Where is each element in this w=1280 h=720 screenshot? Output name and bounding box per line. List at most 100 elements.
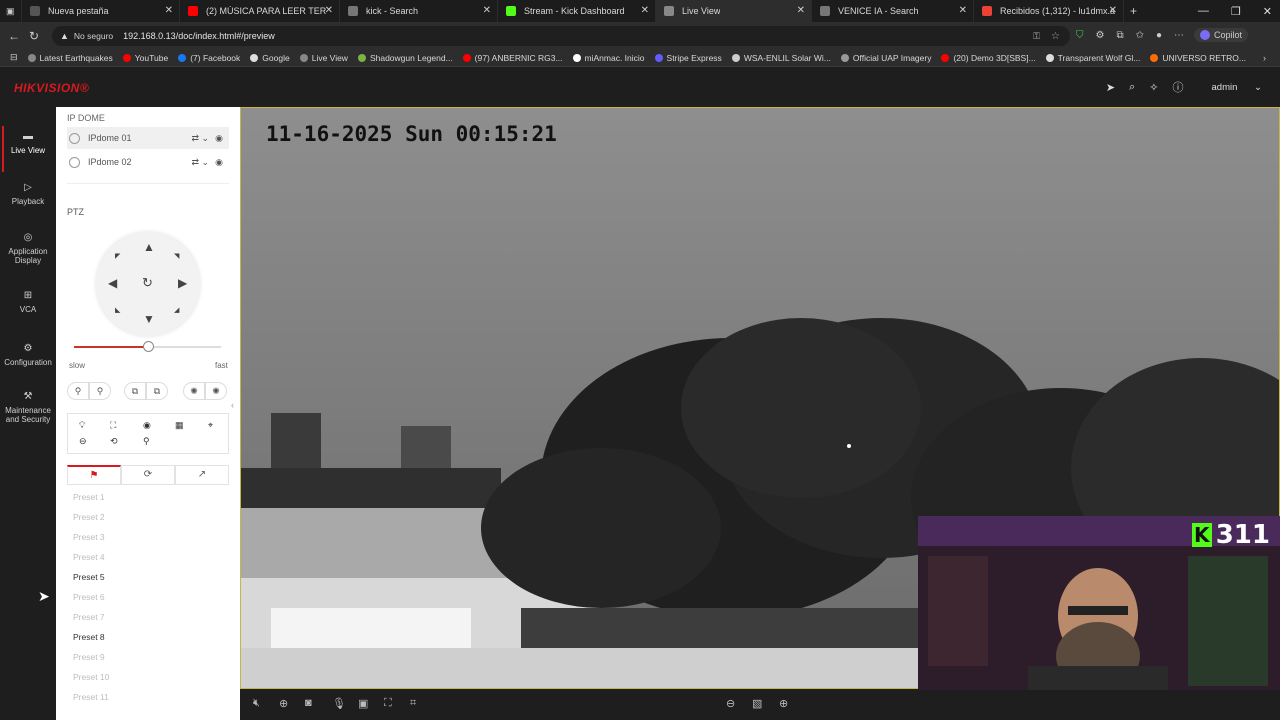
browser-tab[interactable]: Stream - Kick Dashboard ✕ bbox=[498, 0, 656, 22]
bookmark-item[interactable]: Transparent Wolf Gl... bbox=[1045, 53, 1140, 63]
browser-tab[interactable]: VENICE IA - Search ✕ bbox=[812, 0, 974, 22]
stream-icon[interactable]: ⇄ bbox=[191, 133, 199, 144]
preset-item[interactable]: Preset 11 bbox=[73, 687, 229, 707]
one-touch-icon[interactable]: ◉ bbox=[143, 420, 151, 431]
chevron-right-icon[interactable]: › bbox=[1263, 53, 1266, 63]
bookmark-item[interactable]: Latest Earthquakes bbox=[27, 53, 113, 63]
nav-live-view[interactable]: ▬ Live View bbox=[0, 126, 56, 172]
zoom-in-icon[interactable]: ⚲ bbox=[89, 382, 111, 400]
minimize-icon[interactable]: — bbox=[1198, 5, 1209, 17]
focus-frame-icon[interactable]: ⛶ bbox=[110, 420, 116, 431]
stream-icon[interactable]: ⇄ bbox=[191, 157, 199, 168]
auto-rotate-icon[interactable]: ↻ bbox=[142, 275, 153, 291]
zoom-out-icon[interactable]: ⚲ bbox=[67, 382, 89, 400]
star-icon[interactable]: ☆ bbox=[1051, 31, 1060, 42]
browser-tab[interactable]: Live View ✕ bbox=[656, 0, 812, 22]
focus-near-icon[interactable]: ⧉ bbox=[124, 382, 146, 400]
preset-item[interactable]: Preset 7 bbox=[73, 607, 229, 627]
ptz-down-button[interactable]: ▼ bbox=[143, 312, 155, 326]
close-tab-icon[interactable]: ✕ bbox=[959, 5, 967, 16]
bookmark-item[interactable]: UNIVERSO RETRO... bbox=[1150, 53, 1246, 63]
restore-icon[interactable]: ❐ bbox=[1231, 5, 1241, 18]
shield-icon[interactable]: ⛉ bbox=[1076, 30, 1084, 41]
preset-item[interactable]: Preset 4 bbox=[73, 547, 229, 567]
back-icon[interactable]: ← bbox=[4, 29, 24, 43]
preset-item[interactable]: Preset 8 bbox=[73, 627, 229, 647]
nav-configuration[interactable]: ⚙ Configuration bbox=[0, 344, 56, 368]
favorites-icon[interactable]: ✩ bbox=[1136, 30, 1144, 41]
close-tab-icon[interactable]: ✕ bbox=[797, 5, 805, 16]
snapshot-icon[interactable]: ◙ bbox=[305, 697, 312, 709]
sparkle-icon[interactable]: ✧ bbox=[1149, 81, 1158, 94]
user-menu[interactable]: admin ⌄ bbox=[1198, 82, 1262, 93]
next-icon[interactable]: ⊕ bbox=[779, 697, 788, 710]
ptz-up-left-button[interactable]: ◤ bbox=[115, 252, 120, 260]
close-tab-icon[interactable]: ✕ bbox=[641, 5, 649, 16]
mute-icon[interactable]: 🔇︎ bbox=[253, 697, 260, 710]
ptz-down-right-button[interactable]: ◢ bbox=[174, 306, 179, 314]
preset-item[interactable]: Preset 3 bbox=[73, 527, 229, 547]
tab-actions-icon[interactable]: ▣ bbox=[0, 0, 22, 22]
close-window-icon[interactable]: ✕ bbox=[1263, 5, 1272, 18]
close-tab-icon[interactable]: ✕ bbox=[483, 5, 491, 16]
bookmark-item[interactable]: Live View bbox=[299, 53, 348, 63]
ptz-down-left-button[interactable]: ◣ bbox=[115, 306, 120, 314]
send-icon[interactable]: ➤ bbox=[1106, 81, 1115, 94]
wiper-icon[interactable]: ⚲ bbox=[143, 436, 150, 447]
extensions-icon[interactable]: ⚙ bbox=[1096, 30, 1105, 41]
preset-item[interactable]: Preset 10 bbox=[73, 667, 229, 687]
more-icon[interactable]: ⋯ bbox=[1174, 30, 1184, 41]
iris-close-icon[interactable]: ✺ bbox=[205, 382, 227, 400]
bookmark-item[interactable]: Official UAP Imagery bbox=[840, 53, 931, 63]
info-icon[interactable]: ⓘ bbox=[1173, 79, 1184, 95]
ptz-up-right-button[interactable]: ◥ bbox=[174, 252, 179, 260]
tab-pattern[interactable]: ↗ bbox=[175, 465, 229, 484]
ptz-speed-slider[interactable] bbox=[74, 341, 221, 352]
bookmark-item[interactable]: (7) Facebook bbox=[178, 53, 240, 63]
nav-application-display[interactable]: ◎ Application Display bbox=[0, 233, 56, 266]
bookmark-item[interactable]: Shadowgun Legend... bbox=[357, 53, 453, 63]
camera-item-ipdome-02[interactable]: IPdome 02 ⇄ ⌄ ◉ bbox=[67, 151, 229, 173]
nav-playback[interactable]: ▷ Playback bbox=[0, 183, 56, 207]
preset-item[interactable]: Preset 2 bbox=[73, 507, 229, 527]
search-icon[interactable]: ⌕ bbox=[1129, 81, 1135, 94]
preset-item[interactable]: Preset 1 bbox=[73, 487, 229, 507]
profile-avatar-icon[interactable]: ● bbox=[1156, 30, 1162, 41]
park-icon[interactable]: ⟲ bbox=[110, 436, 118, 447]
bookmark-item[interactable]: YouTube bbox=[122, 53, 168, 63]
region-exposure-icon[interactable]: ⌗ bbox=[410, 697, 416, 710]
ptz-right-button[interactable]: ▶ bbox=[178, 276, 187, 290]
ptz-left-button[interactable]: ◀ bbox=[108, 276, 117, 290]
bookmark-item[interactable]: miAnmac. Inicio bbox=[572, 53, 645, 63]
tracking-icon[interactable]: ⌖ bbox=[208, 420, 213, 431]
previous-icon[interactable]: ⊖ bbox=[726, 697, 735, 710]
key-icon[interactable]: ⚿ bbox=[1033, 31, 1040, 42]
bookmark-item[interactable]: Google bbox=[250, 53, 290, 63]
record-icon[interactable]: ◉ bbox=[215, 133, 223, 144]
digital-zoom-icon[interactable]: ⊕ bbox=[279, 697, 288, 710]
focus-far-icon[interactable]: ⧉ bbox=[146, 382, 168, 400]
multi-view-icon[interactable]: ▦ bbox=[175, 420, 184, 431]
record-icon[interactable]: ◉ bbox=[215, 157, 223, 168]
microphone-icon[interactable]: 🎙︎ bbox=[332, 697, 346, 710]
bookmark-item[interactable]: WSA-ENLIL Solar Wi... bbox=[731, 53, 831, 63]
bookmark-item[interactable]: Stripe Express bbox=[654, 53, 722, 63]
tab-presets[interactable]: ⚑ bbox=[67, 465, 121, 484]
layout-icon[interactable]: ▧ bbox=[752, 697, 762, 710]
split-icon[interactable]: ⧉ bbox=[1116, 30, 1123, 41]
browser-tab[interactable]: Nueva pestaña ✕ bbox=[22, 0, 180, 22]
light-icon[interactable]: 💡︎ bbox=[79, 420, 85, 431]
record-clip-icon[interactable]: ▣ bbox=[358, 697, 368, 710]
ptz-up-button[interactable]: ▲ bbox=[143, 240, 155, 254]
bookmark-item[interactable]: (97) ANBERNIC RG3... bbox=[462, 53, 563, 63]
tab-patrol[interactable]: ⟳ bbox=[121, 465, 175, 484]
preset-item[interactable]: Preset 5 bbox=[73, 567, 229, 587]
close-tab-icon[interactable]: ✕ bbox=[1109, 5, 1117, 16]
browser-tab[interactable]: (2) MÚSICA PARA LEER TERROR Y✕ bbox=[180, 0, 340, 22]
nav-vca[interactable]: ⊞ VCA bbox=[0, 291, 56, 315]
copilot-button[interactable]: Copilot bbox=[1194, 28, 1249, 42]
reload-icon[interactable]: ↻ bbox=[24, 29, 44, 43]
iris-open-icon[interactable]: ✺ bbox=[183, 382, 205, 400]
chevron-down-icon[interactable]: ⌄ bbox=[201, 133, 209, 144]
preset-item[interactable]: Preset 6 bbox=[73, 587, 229, 607]
